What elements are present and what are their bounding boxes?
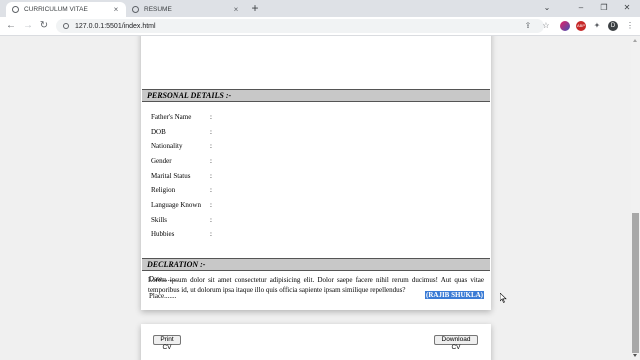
page-scrollbar[interactable] bbox=[631, 36, 640, 360]
detail-label: Marital Status bbox=[151, 172, 191, 180]
mouse-cursor-icon bbox=[500, 293, 507, 303]
detail-colon: : bbox=[210, 230, 212, 238]
color-extension-icon[interactable] bbox=[560, 21, 570, 31]
reload-icon[interactable]: ↻ bbox=[38, 20, 50, 32]
profile-avatar[interactable]: D bbox=[608, 21, 618, 31]
address-bar[interactable]: 127.0.0.1:5501/index.html bbox=[56, 19, 544, 33]
detail-colon: : bbox=[210, 142, 212, 150]
menu-icon[interactable]: ⋮ bbox=[625, 21, 635, 31]
print-cv-button[interactable]: Print CV bbox=[153, 335, 181, 351]
declaration-heading: DECLRATION :- bbox=[142, 258, 490, 271]
close-tab-icon[interactable]: × bbox=[232, 5, 240, 14]
page-viewport: ――――――――――――――――――――― PERSONAL DETAILS :… bbox=[0, 36, 631, 360]
detail-colon: : bbox=[210, 186, 212, 194]
minimize-button[interactable]: – bbox=[574, 2, 588, 14]
scrollbar-thumb[interactable] bbox=[632, 213, 639, 353]
back-icon[interactable]: ← bbox=[5, 20, 17, 32]
detail-label: Gender bbox=[151, 157, 172, 165]
tab-title: RESUME bbox=[144, 6, 172, 13]
actions-card: Print CV Download CV bbox=[141, 324, 491, 360]
detail-colon: : bbox=[210, 201, 212, 209]
download-cv-button[interactable]: Download CV bbox=[434, 335, 478, 351]
detail-colon: : bbox=[210, 157, 212, 165]
share-icon[interactable]: ⇪ bbox=[523, 21, 533, 31]
star-icon[interactable]: ☆ bbox=[541, 21, 551, 31]
detail-colon: : bbox=[210, 172, 212, 180]
abp-extension-icon[interactable]: ABP bbox=[576, 21, 586, 31]
detail-label: Father's Name bbox=[151, 113, 192, 121]
tab-search-icon[interactable]: ⌄ bbox=[540, 2, 554, 14]
tab-curriculum-vitae[interactable]: CURRICULUM VITAE × bbox=[6, 2, 126, 17]
detail-label: Religion bbox=[151, 186, 176, 194]
detail-label: Language Known bbox=[151, 201, 201, 209]
globe-icon bbox=[12, 6, 19, 13]
forward-icon[interactable]: → bbox=[22, 20, 34, 32]
maximize-button[interactable]: ❐ bbox=[597, 2, 611, 14]
detail-label: Nationality bbox=[151, 142, 183, 150]
globe-icon bbox=[132, 6, 139, 13]
tab-strip: CURRICULUM VITAE × RESUME × + ⌄ – ❐ ✕ bbox=[0, 0, 640, 17]
site-info-icon[interactable] bbox=[63, 23, 69, 29]
personal-details-heading: PERSONAL DETAILS :- bbox=[142, 89, 490, 102]
url-text: 127.0.0.1:5501/index.html bbox=[75, 22, 156, 30]
cv-card: ――――――――――――――――――――― PERSONAL DETAILS :… bbox=[141, 36, 491, 310]
detail-label: Skills bbox=[151, 216, 167, 224]
scroll-down-arrow-icon[interactable] bbox=[633, 354, 637, 357]
close-window-button[interactable]: ✕ bbox=[620, 2, 634, 14]
detail-colon: : bbox=[210, 113, 212, 121]
new-tab-button[interactable]: + bbox=[249, 2, 261, 14]
tab-title: CURRICULUM VITAE bbox=[24, 6, 88, 13]
detail-label: Hubbies bbox=[151, 230, 175, 238]
browser-toolbar: ← → ↻ 127.0.0.1:5501/index.html ⇪ ☆ ABP … bbox=[0, 17, 640, 36]
scroll-up-arrow-icon[interactable] bbox=[633, 39, 637, 42]
tab-resume[interactable]: RESUME × bbox=[126, 2, 246, 17]
detail-colon: : bbox=[210, 128, 212, 136]
puzzle-icon[interactable]: ✦ bbox=[592, 21, 602, 31]
detail-colon: : bbox=[210, 216, 212, 224]
declaration-text: Lorem ipsum dolor sit amet consectetur a… bbox=[148, 276, 484, 294]
close-tab-icon[interactable]: × bbox=[112, 5, 120, 14]
detail-label: DOB bbox=[151, 128, 166, 136]
